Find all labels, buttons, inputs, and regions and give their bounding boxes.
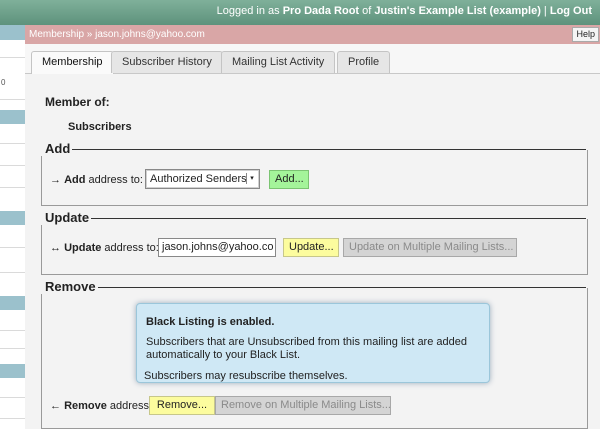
login-separator: | [540,5,550,17]
update-multiple-lists-button[interactable]: Update on Multiple Mailing Lists... [343,238,517,257]
tab-profile[interactable]: Profile [337,51,391,73]
sidebar-divider [0,330,25,331]
sidebar-divider [0,165,25,166]
update-email-input[interactable]: jason.johns@yahoo.co [158,238,276,257]
notice-text: Subscribers that are Unsubscribed from t… [146,336,467,361]
update-section-title: Update [41,210,92,225]
tab-subscriber-history[interactable]: Subscriber History [111,51,223,73]
sidebar-section-header [0,25,25,40]
top-bar: Logged in as Pro Dada Root of Justin's E… [0,0,600,25]
header-strip: Membership » jason.johns@yahoo.com Help [25,25,600,44]
arrow-left-icon: ← [50,400,61,412]
black-list-notice: Black Listing is enabled. Subscribers th… [136,303,490,383]
remove-multiple-lists-button[interactable]: Remove on Multiple Mailing Lists... [215,396,391,415]
sidebar-divider [0,187,25,188]
update-label-text: address to: [101,242,159,254]
sidebar-divider [0,272,25,273]
sidebar-divider [0,57,25,58]
arrow-right-icon: → [50,174,61,186]
add-row-label: → Add address to: [50,174,143,186]
add-button[interactable]: Add... [269,170,309,189]
update-row-label: ↔ Update address to: [50,242,159,254]
member-of-heading: Member of: [45,95,110,109]
login-of: of [359,5,375,17]
login-prefix: Logged in as [216,5,283,17]
sidebar-divider [0,99,25,100]
membership-panel: Member of: Subscribers → Add address to:… [25,74,600,429]
login-list-link[interactable]: Justin's Example List (example) [374,5,540,17]
add-section: → Add address to: Authorized Senders ▾ A… [41,150,588,206]
sidebar-item-fragment[interactable]: 0 [1,78,5,87]
sidebar: 0 [0,25,26,429]
breadcrumb: Membership » jason.johns@yahoo.com [29,29,205,40]
sidebar-divider [0,247,25,248]
login-status: Logged in as Pro Dada Root of Justin's E… [217,5,592,17]
logout-link[interactable]: Log Out [550,5,592,17]
sidebar-section-header [0,211,25,225]
add-label-bold: Add [64,174,86,186]
help-button[interactable]: Help [572,27,599,42]
remove-row-label: ← Remove address: [50,400,152,412]
sidebar-divider [0,418,25,419]
member-list-name: Subscribers [68,121,132,133]
add-section-title: Add [41,141,73,156]
notice-title: Black Listing is enabled. [146,316,275,328]
remove-button[interactable]: Remove... [149,396,215,415]
add-label-text: address to: [85,174,143,186]
update-label-bold: Update [64,242,102,254]
sidebar-section-header [0,110,25,124]
tab-membership[interactable]: Membership [31,51,114,74]
notice-text-resubscribe: Subscribers may resubscribe themselves. [144,370,348,382]
add-list-select[interactable]: Authorized Senders ▾ [145,169,260,189]
remove-label-bold: Remove [64,400,107,412]
sidebar-divider [0,348,25,349]
remove-label-text: address: [106,400,153,412]
sidebar-divider [0,397,25,398]
sidebar-section-header [0,364,25,378]
remove-section-title: Remove [41,279,98,294]
tab-mailing-list-activity[interactable]: Mailing List Activity [221,51,336,73]
update-button[interactable]: Update... [283,238,339,257]
select-arrow-icon: ▾ [246,173,257,184]
update-section: ↔ Update address to: jason.johns@yahoo.c… [41,219,588,275]
sidebar-section-header [0,296,25,310]
arrow-both-icon: ↔ [50,242,61,254]
login-user: Pro Dada Root [282,5,360,17]
add-list-select-value: Authorized Senders [150,173,247,185]
sidebar-divider [0,143,25,144]
tab-bar: Membership Subscriber History Mailing Li… [25,44,600,74]
